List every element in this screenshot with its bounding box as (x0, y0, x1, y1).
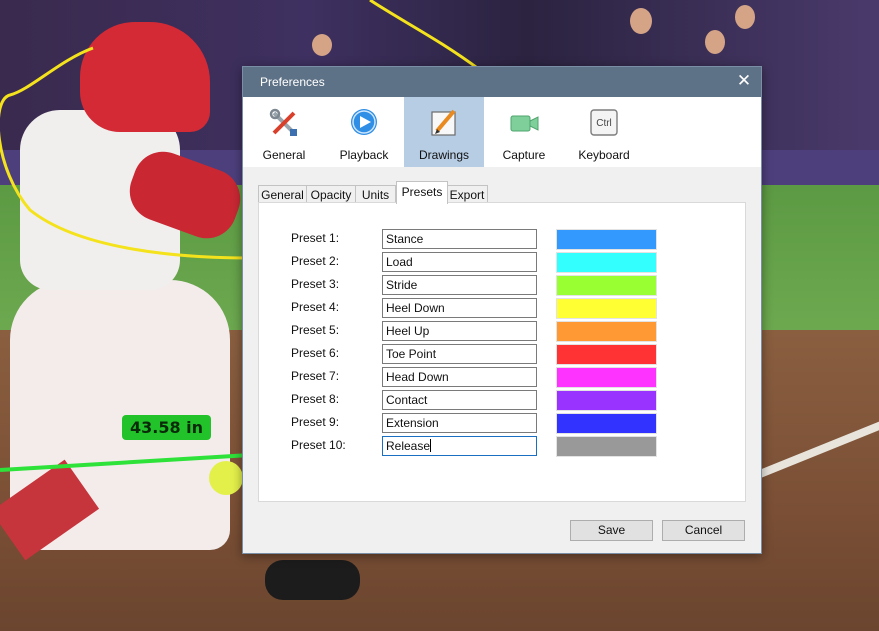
preset-label: Preset 3: (291, 277, 340, 291)
preset-name-input[interactable]: Head Down (382, 367, 537, 387)
measurement-label: 43.58 in (122, 415, 212, 440)
preset-name-input[interactable]: Heel Up (382, 321, 537, 341)
preset-name-input[interactable]: Extension (382, 413, 537, 433)
preset-label: Preset 9: (291, 415, 340, 429)
category-drawings[interactable]: Drawings (404, 97, 484, 167)
preset-color-swatch[interactable] (556, 275, 657, 296)
preset-label: Preset 7: (291, 369, 340, 383)
preset-name-value: Heel Down (386, 301, 445, 315)
pencil-icon (431, 109, 456, 136)
preset-color-swatch[interactable] (556, 252, 657, 273)
preset-label: Preset 6: (291, 346, 340, 360)
preset-name-input[interactable]: Load (382, 252, 537, 272)
preset-name-input[interactable]: Contact (382, 390, 537, 410)
camera-icon (510, 115, 539, 132)
preset-color-swatch[interactable] (556, 390, 657, 411)
preferences-dialog: Preferences ✕ General Playback Drawings … (242, 66, 762, 554)
category-keyboard[interactable]: Ctrl Keyboard (564, 97, 644, 167)
preset-name-value: Extension (386, 416, 439, 430)
preset-name-value: Load (386, 255, 413, 269)
preset-label: Preset 10: (291, 438, 346, 452)
title-bar[interactable]: Preferences ✕ (243, 67, 761, 97)
preset-color-swatch[interactable] (556, 229, 657, 250)
preset-name-value: Stride (386, 278, 418, 292)
preset-name-input[interactable]: Release (382, 436, 537, 456)
preset-label: Preset 4: (291, 300, 340, 314)
preset-name-value: Stance (386, 232, 424, 246)
preset-name-input[interactable]: Toe Point (382, 344, 537, 364)
preset-color-swatch[interactable] (556, 413, 657, 434)
yellow-arc-drawing (369, 0, 481, 72)
preset-color-swatch[interactable] (556, 344, 657, 365)
tab-presets[interactable]: Presets (396, 181, 448, 204)
preset-name-value: Contact (386, 393, 428, 407)
save-button[interactable]: Save (570, 520, 653, 541)
category-label: General (262, 148, 306, 162)
tools-icon (269, 108, 297, 136)
preset-label: Preset 1: (291, 231, 340, 245)
preset-color-swatch[interactable] (556, 436, 657, 457)
preset-name-value: Release (386, 439, 431, 453)
preset-name-input[interactable]: Heel Down (382, 298, 537, 318)
text-caret (430, 439, 432, 452)
preset-name-value: Heel Up (386, 324, 430, 338)
preset-color-swatch[interactable] (556, 367, 657, 388)
preset-label: Preset 2: (291, 254, 340, 268)
category-label: Playback (339, 148, 389, 162)
category-toolbar: General Playback Drawings Capture Ctrl K… (243, 97, 761, 167)
preset-name-input[interactable]: Stride (382, 275, 537, 295)
preset-color-swatch[interactable] (556, 298, 657, 319)
keyboard-key-label: Ctrl (596, 118, 612, 129)
preset-color-swatch[interactable] (556, 321, 657, 342)
keyboard-icon: Ctrl (590, 109, 618, 136)
presets-panel: Preset 1: Stance Preset 2: Load Preset 3: Str… (258, 202, 746, 502)
cancel-button[interactable]: Cancel (662, 520, 745, 541)
category-label: Drawings (418, 148, 469, 162)
preset-name-value: Toe Point (386, 347, 437, 361)
play-icon (351, 109, 377, 135)
softball (209, 461, 243, 495)
category-playback[interactable]: Playback (324, 97, 404, 167)
category-capture[interactable]: Capture (484, 97, 564, 167)
category-general[interactable]: General (244, 97, 324, 167)
dialog-title: Preferences (260, 75, 325, 89)
yellow-curve-drawing (0, 46, 251, 260)
category-label: Keyboard (578, 148, 630, 162)
preset-label: Preset 5: (291, 323, 340, 337)
preset-label: Preset 8: (291, 392, 340, 406)
preset-name-value: Head Down (386, 370, 449, 384)
preset-name-input[interactable]: Stance (382, 229, 537, 249)
close-icon[interactable]: ✕ (735, 72, 753, 90)
category-label: Capture (502, 148, 546, 162)
